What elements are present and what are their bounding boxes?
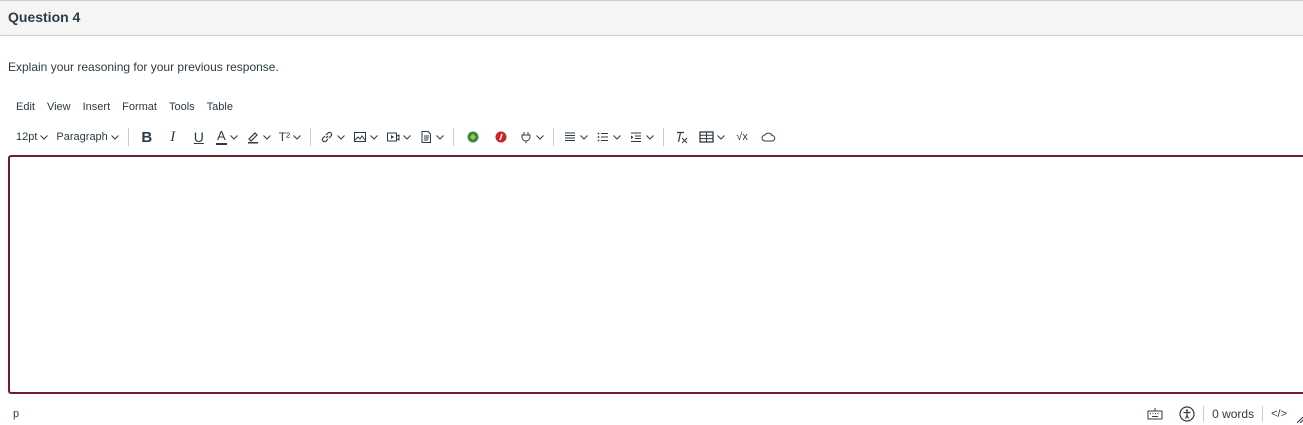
underline-glyph: U [193,129,204,145]
statusbar-right: 0 words </> [1139,404,1295,424]
toolbar-separator [663,128,665,146]
highlight-color-button[interactable] [242,125,275,149]
chevron-down-icon [717,134,725,140]
menu-format[interactable]: Format [116,99,163,115]
cloud-icon [761,132,775,142]
align-button[interactable] [559,125,592,149]
document-button[interactable] [415,125,448,149]
question-header: Question 4 [0,0,1303,36]
apps-button[interactable] [459,125,487,149]
font-size-value: 12pt [16,131,38,143]
bullet-list-icon [597,132,609,142]
menu-table[interactable]: Table [201,99,239,115]
highlighter-icon [247,132,258,144]
italic-button[interactable]: I [160,125,186,149]
block-format-select[interactable]: Paragraph [52,125,122,149]
text-color-glyph: A [216,127,226,143]
underline-button[interactable]: U [186,125,212,149]
clear-format-icon [677,131,688,144]
embed-button[interactable] [515,125,548,149]
link-icon [321,131,333,143]
clear-format-button[interactable] [669,125,695,149]
link-button[interactable] [316,125,349,149]
rich-text-editor-area[interactable] [8,155,1303,394]
chevron-down-icon [293,134,301,140]
keyboard-shortcuts-button[interactable] [1139,408,1171,420]
bold-glyph: B [141,128,153,146]
cloud-upload-button[interactable] [755,125,781,149]
editor-statusbar: p 0 words </> [0,400,1303,425]
chevron-down-icon [536,134,544,140]
document-icon [421,131,432,143]
align-icon [565,132,576,141]
word-count-button[interactable]: 0 words [1204,407,1262,421]
text-color-button[interactable]: A [212,125,242,149]
equation-icon [495,131,507,143]
text-color-swatch [215,142,227,145]
math-glyph: √x [736,131,748,143]
chevron-down-icon [403,134,411,140]
accessibility-checker-button[interactable] [1171,406,1203,422]
superscript-glyph: T² [278,130,291,144]
question-title: Question 4 [8,9,81,25]
toolbar-separator [127,128,129,146]
question-prompt: Explain your reasoning for your previous… [8,60,279,74]
menu-tools[interactable]: Tools [163,99,201,115]
indent-icon [631,132,642,142]
accessibility-icon [1179,406,1195,422]
embed-icon [521,132,531,143]
chevron-down-icon [262,134,271,140]
apps-icon [467,131,479,143]
chevron-down-icon [646,134,654,140]
table-icon [699,131,714,143]
toolbar-separator [553,128,555,146]
bold-button[interactable]: B [134,125,160,149]
superscript-button[interactable]: T² [275,125,305,149]
chevron-down-icon [436,134,444,140]
indent-button[interactable] [625,125,658,149]
chevron-down-icon [580,134,588,140]
image-icon [354,132,367,142]
keyboard-icon [1147,408,1163,420]
html-editor-toggle[interactable]: </> [1263,408,1295,420]
math-button[interactable]: √x [729,125,755,149]
block-format-value: Paragraph [56,131,108,143]
font-size-select[interactable]: 12pt [12,125,52,149]
italic-glyph: I [170,128,176,145]
media-icon [387,132,400,142]
chevron-down-icon [110,134,119,140]
bullet-list-button[interactable] [592,125,625,149]
chevron-down-icon [40,134,49,140]
menu-edit[interactable]: Edit [10,99,41,115]
table-button[interactable] [695,125,729,149]
media-button[interactable] [382,125,415,149]
chevron-down-icon [337,134,345,140]
chevron-down-icon [370,134,378,140]
chevron-down-icon [229,134,238,140]
toolbar-separator [453,128,455,146]
chevron-down-icon [613,134,621,140]
editor-menubar: Edit View Insert Format Tools Table [10,99,239,115]
menu-view[interactable]: View [41,99,77,115]
resize-icon[interactable] [1297,417,1303,423]
equation-app-button[interactable] [487,125,515,149]
menu-insert[interactable]: Insert [77,99,117,115]
editor-toolbar: 12pt Paragraph B I U A T² √x [12,125,781,149]
element-path: p [13,408,20,420]
image-button[interactable] [349,125,382,149]
toolbar-separator [310,128,312,146]
